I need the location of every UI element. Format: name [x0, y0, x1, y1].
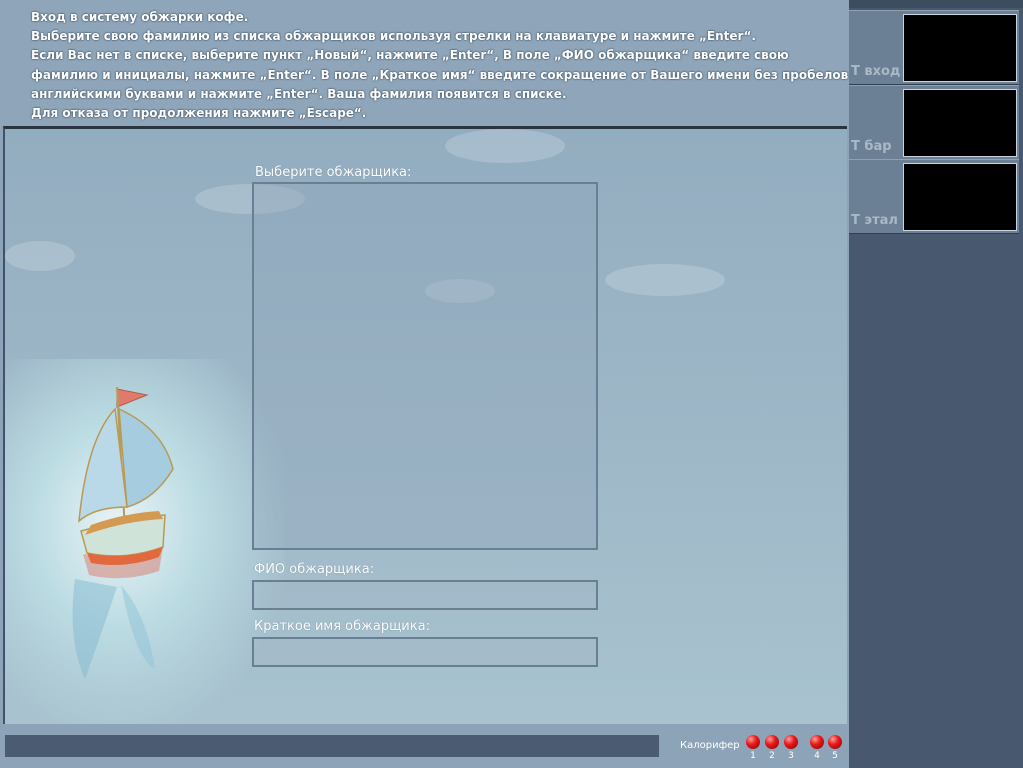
instruction-line: фамилию и инициалы, нажмите „Enter“. В п… — [31, 67, 849, 82]
heater-led-number: 1 — [750, 751, 756, 761]
heater-label: Калорифер — [680, 740, 740, 751]
sensor-label: Т бар — [851, 139, 892, 154]
sensor-display — [903, 163, 1017, 231]
status-bar: Калорифер 1 2 3 4 5 — [0, 728, 849, 768]
sensor-display — [903, 14, 1017, 82]
sidebar-top-strip — [849, 0, 1023, 8]
sailboat-illustration — [72, 386, 174, 679]
sensor-label: Т вход — [851, 64, 901, 79]
short-name-label: Краткое имя обжарщика: — [254, 619, 430, 634]
heater-led-3 — [784, 735, 798, 749]
instruction-line: Для отказа от продолжения нажмите „Escap… — [31, 106, 367, 121]
instruction-line: Если Вас нет в списке, выберите пункт „Н… — [31, 48, 789, 63]
instruction-line: Выберите свою фамилию из списка обжарщик… — [31, 29, 756, 44]
heater-led-1 — [746, 735, 760, 749]
select-roaster-label: Выберите обжарщика: — [255, 165, 412, 180]
instructions-panel: Вход в систему обжарки кофе. Выберите св… — [0, 0, 848, 126]
sensor-tile-reference: Т этал — [849, 159, 1019, 234]
sensor-tile-inlet: Т вход — [849, 10, 1019, 85]
sensor-display — [903, 89, 1017, 157]
fio-label: ФИО обжарщика: — [254, 562, 375, 577]
sensor-sidebar: Т вход Т бар Т этал — [849, 0, 1023, 768]
sensor-label: Т этал — [851, 213, 898, 228]
cloud-decoration — [5, 241, 75, 271]
heater-led-4 — [810, 735, 824, 749]
heater-led-5 — [828, 735, 842, 749]
heater-led-number: 3 — [788, 751, 794, 761]
heater-led-number: 2 — [769, 751, 775, 761]
fio-input[interactable] — [252, 580, 598, 610]
heater-led-number: 4 — [814, 751, 820, 761]
roaster-list[interactable] — [252, 182, 598, 550]
sensor-tile-drum: Т бар — [849, 85, 1019, 160]
cloud-decoration — [445, 129, 565, 163]
heater-led-number: 5 — [832, 751, 838, 761]
heater-led-2 — [765, 735, 779, 749]
short-name-input[interactable] — [252, 637, 598, 667]
status-message-field — [5, 735, 659, 757]
instruction-line: Вход в систему обжарки кофе. — [31, 10, 249, 24]
cloud-decoration — [605, 264, 725, 296]
instruction-line: английскими буквами и нажмите „Enter“. В… — [31, 86, 567, 101]
